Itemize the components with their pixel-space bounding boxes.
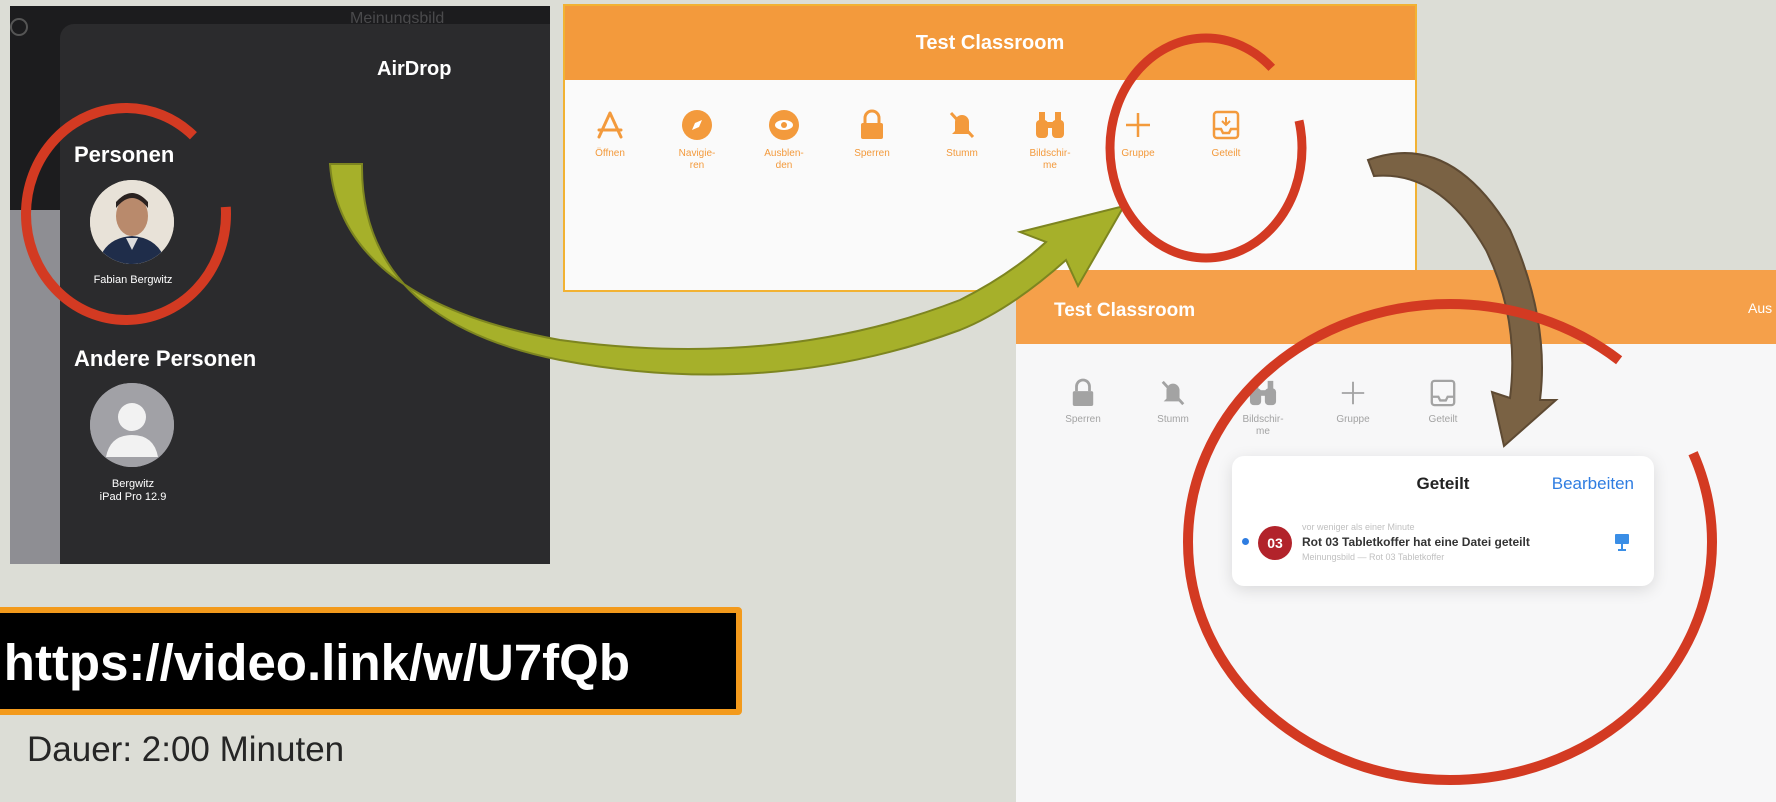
toolbar-group[interactable]: Gruppe (1318, 376, 1388, 426)
toolbar-label: Bildschir- me (1242, 414, 1284, 437)
airdrop-screenshot: Meinungsbild AirDrop Personen Fabian Ber… (10, 6, 550, 564)
toolbar-screens[interactable]: Bildschir- me (1228, 376, 1298, 438)
toolbar-mute[interactable]: Stumm (927, 108, 997, 160)
tray-icon (1209, 108, 1243, 142)
person-photo-icon (90, 180, 174, 264)
device-avatar[interactable] (90, 383, 174, 467)
classroom-bottom-screenshot: Test Classroom Aus Sperren Stumm Bildsch… (1016, 270, 1776, 802)
compass-icon (680, 108, 714, 142)
toolbar-mute[interactable]: Stumm (1138, 376, 1208, 426)
eye-icon (767, 108, 801, 142)
keynote-file-icon (1615, 534, 1629, 551)
toolbar-label: Ausblen- den (764, 148, 804, 171)
toolbar-label: Geteilt (1211, 148, 1241, 159)
toolbar-hide[interactable]: Ausblen- den (749, 108, 819, 172)
video-link-banner[interactable]: https://video.link/w/U7fQb (0, 607, 742, 715)
classroom-top-screenshot: Test Classroom Öffnen Navigie- ren Ausbl… (563, 4, 1417, 292)
toolbar-label: Sperren (854, 148, 890, 159)
toolbar-lock[interactable]: Sperren (1048, 376, 1118, 426)
item-subtitle: Meinungsbild — Rot 03 Tabletkoffer (1302, 552, 1445, 562)
classroom-header: Test Classroom (565, 6, 1415, 80)
edit-button[interactable]: Bearbeiten (1552, 474, 1634, 494)
toolbar-label: Gruppe (1121, 148, 1155, 159)
device-name: Bergwitz iPad Pro 12.9 (74, 478, 192, 504)
plus-icon (1121, 108, 1155, 142)
toolbar-label: Öffnen (595, 148, 625, 159)
app-store-icon (593, 108, 627, 142)
toolbar-label: Stumm (946, 148, 978, 159)
section-people: Personen (74, 142, 175, 167)
back-circle-icon (10, 18, 28, 36)
generic-person-icon (90, 383, 174, 467)
lock-icon (1066, 376, 1100, 410)
toolbar-label: Navigie- ren (678, 148, 716, 171)
person-avatar[interactable] (90, 180, 174, 264)
mute-bell-icon (1156, 376, 1190, 410)
toolbar-group[interactable]: Gruppe (1103, 108, 1173, 160)
duration-label: Dauer: 2:00 Minuten (27, 730, 345, 769)
classroom-header: Test Classroom Aus (1016, 270, 1776, 344)
binoculars-icon (1246, 376, 1280, 410)
shared-popover: Geteilt Bearbeiten 03 vor weniger als ei… (1232, 456, 1654, 586)
background-strip (10, 210, 66, 564)
classroom-title: Test Classroom (915, 31, 1065, 54)
header-right-label: Aus (1748, 300, 1773, 316)
airdrop-title: AirDrop (377, 58, 452, 80)
toolbar-label: Sperren (1065, 414, 1101, 425)
unread-dot-icon (1242, 538, 1249, 545)
video-url[interactable]: https://video.link/w/U7fQb (4, 633, 630, 692)
lock-icon (855, 108, 889, 142)
tray-icon (1426, 376, 1460, 410)
classroom-title: Test Classroom (1054, 300, 1196, 321)
plus-icon (1336, 376, 1370, 410)
device-model: iPad Pro 12.9 (99, 491, 167, 503)
section-other-people: Andere Personen (74, 346, 257, 371)
item-time: vor weniger als einer Minute (1302, 522, 1415, 532)
toolbar-screens[interactable]: Bildschir- me (1015, 108, 1085, 172)
toolbar-shared[interactable]: Geteilt (1191, 108, 1261, 160)
toolbar-open[interactable]: Öffnen (575, 108, 645, 160)
mute-bell-icon (945, 108, 979, 142)
binoculars-icon (1033, 108, 1067, 142)
toolbar-label: Bildschir- me (1029, 148, 1071, 171)
toolbar-label: Geteilt (1428, 414, 1458, 425)
toolbar-label: Gruppe (1336, 414, 1370, 425)
person-name: Fabian Bergwitz (93, 274, 173, 286)
shared-item-row[interactable]: 03 vor weniger als einer Minute Rot 03 T… (1242, 514, 1644, 574)
device-owner: Bergwitz (111, 478, 155, 490)
device-badge: 03 (1258, 526, 1292, 560)
toolbar-lock[interactable]: Sperren (837, 108, 907, 160)
item-message: Rot 03 Tabletkoffer hat eine Datei getei… (1302, 535, 1530, 549)
toolbar-label: Stumm (1157, 414, 1189, 425)
toolbar-navigate[interactable]: Navigie- ren (662, 108, 732, 172)
toolbar-shared[interactable]: Geteilt (1408, 376, 1478, 426)
